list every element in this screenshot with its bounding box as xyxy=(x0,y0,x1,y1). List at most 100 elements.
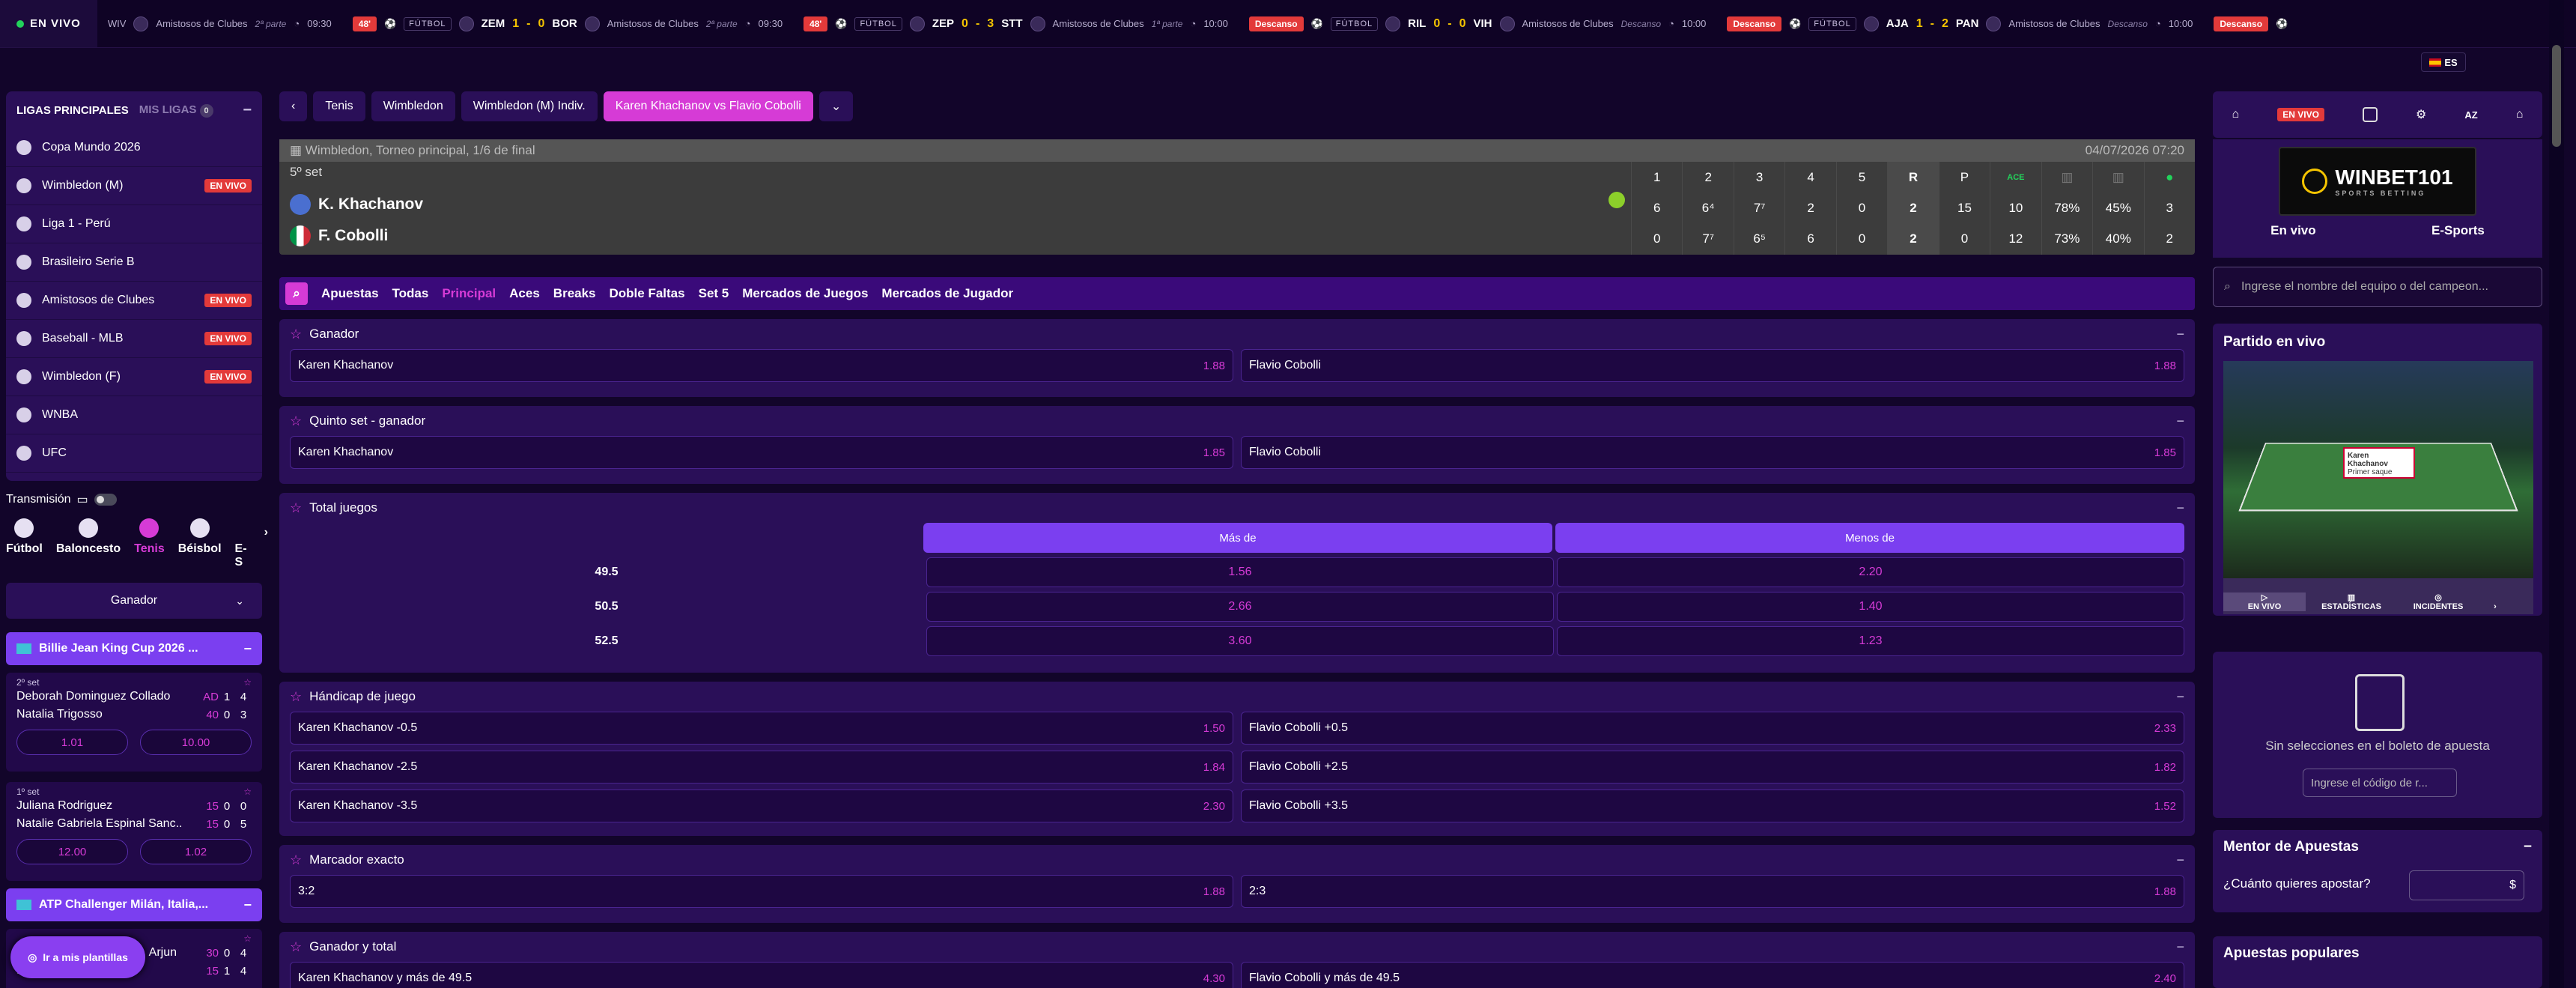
odds-button[interactable]: 3.60 xyxy=(926,626,1554,656)
star-icon[interactable]: ☆ xyxy=(243,933,252,944)
sidebar-item-league[interactable]: Brasileiro Serie B xyxy=(6,243,262,282)
breadcrumb-tennis[interactable]: Tenis xyxy=(313,91,365,121)
star-icon[interactable]: ☆ xyxy=(290,327,302,342)
live-label[interactable]: EN VIVO xyxy=(0,0,97,47)
star-icon[interactable]: ☆ xyxy=(290,413,302,429)
odds-button[interactable]: Karen Khachanov y más de 49.5 4.30 xyxy=(290,962,1233,988)
tab-mercados-jugador[interactable]: Mercados de Jugador xyxy=(881,286,1013,301)
tab-mercados-juegos[interactable]: Mercados de Juegos xyxy=(742,286,868,301)
star-icon[interactable]: ☆ xyxy=(243,677,252,688)
odds-button[interactable]: 3:2 1.88 xyxy=(290,875,1233,908)
sport-tab-beisbol[interactable]: Béisbol xyxy=(178,518,222,569)
booking-code-input[interactable]: Ingrese el código de r... xyxy=(2303,769,2457,797)
search-icon[interactable]: ⌕ xyxy=(285,282,308,305)
match-card[interactable]: 1º set ☆ Juliana Rodriguez 15 0 0 Natalie Ga… xyxy=(6,782,262,881)
sidebar-item-league[interactable]: UFC xyxy=(6,434,262,473)
chevron-right-icon[interactable]: › xyxy=(2484,602,2506,611)
collapse-icon[interactable]: − xyxy=(243,641,252,657)
market-type-select[interactable]: Ganador ⌄ xyxy=(6,583,262,619)
odds-button[interactable]: Flavio Cobolli 1.88 xyxy=(1241,349,2184,382)
templates-button[interactable]: ◎ Ir a mis plantillas xyxy=(10,936,145,978)
tab-breaks[interactable]: Breaks xyxy=(553,286,596,301)
competition-header[interactable]: ATP Challenger Milán, Italia,... − xyxy=(6,888,262,921)
page-scrollbar[interactable] xyxy=(2549,0,2564,988)
tab-todas[interactable]: Todas xyxy=(392,286,429,301)
back-button[interactable]: ‹ xyxy=(279,91,308,121)
transmission-toggle[interactable] xyxy=(94,494,117,506)
odds-button[interactable]: Flavio Cobolli +2.5 1.82 xyxy=(1241,751,2184,784)
odds-button[interactable]: Karen Khachanov 1.85 xyxy=(290,436,1233,469)
tab-apuestas[interactable]: Apuestas xyxy=(321,286,379,301)
odds-button[interactable]: 10.00 xyxy=(140,730,252,755)
sport-tab-esports[interactable]: E-S xyxy=(235,518,251,569)
sidebar-item-league[interactable]: WNBA xyxy=(6,396,262,434)
widget-tab-estadisticas[interactable]: ▥ ESTADÍSTICAS xyxy=(2310,593,2393,611)
tab-esports[interactable]: E-Sports xyxy=(2431,223,2485,238)
tab-top-leagues[interactable]: LIGAS PRINCIPALES xyxy=(16,104,129,117)
collapse-icon[interactable]: − xyxy=(2176,500,2184,516)
sport-tab-tenis[interactable]: Tenis xyxy=(134,518,165,569)
collapse-icon[interactable]: − xyxy=(2176,413,2184,429)
sidebar-item-league[interactable]: Amistosos de Clubes EN VIVO xyxy=(6,282,262,320)
odds-button[interactable]: 12.00 xyxy=(16,839,128,864)
competition-header[interactable]: Billie Jean King Cup 2026 ... − xyxy=(6,632,262,665)
odds-button[interactable]: 2.20 xyxy=(1557,557,2184,587)
widget-tab-en-vivo[interactable]: ▷ EN VIVO xyxy=(2223,593,2306,611)
odds-button[interactable]: Flavio Cobolli y más de 49.5 2.40 xyxy=(1241,962,2184,988)
collapse-icon[interactable]: − xyxy=(243,897,252,913)
odds-button[interactable]: Flavio Cobolli 1.85 xyxy=(1241,436,2184,469)
search-input[interactable]: Ingrese el nombre del equipo o del campe… xyxy=(2241,280,2488,294)
sidebar-item-league[interactable]: Baseball - MLB EN VIVO xyxy=(6,320,262,358)
chevron-right-icon[interactable]: › xyxy=(264,526,268,569)
star-icon[interactable]: ☆ xyxy=(290,852,302,868)
stake-input[interactable]: $ xyxy=(2409,870,2524,900)
collapse-icon[interactable]: − xyxy=(2524,839,2532,855)
tab-en-vivo[interactable]: En vivo xyxy=(2270,223,2315,238)
sport-tab-futbol[interactable]: Fútbol xyxy=(6,518,43,569)
collapse-icon[interactable]: − xyxy=(2176,689,2184,705)
breadcrumb-match[interactable]: Karen Khachanov vs Flavio Cobolli xyxy=(603,91,813,121)
breadcrumb-wimbledon-m[interactable]: Wimbledon (M) Indiv. xyxy=(461,91,598,121)
sidebar-item-league[interactable]: Wimbledon (M) EN VIVO xyxy=(6,167,262,205)
ticker-item[interactable]: 48' ⚽ FÚTBOL ZEP 0-3 STT Amistosos de Club… xyxy=(793,16,1239,31)
language-selector[interactable]: ES xyxy=(2421,52,2466,72)
sidebar-item-league[interactable]: Copa Mundo 2026 xyxy=(6,129,262,167)
live-nav-button[interactable]: EN VIVO xyxy=(2277,108,2324,121)
odds-button[interactable]: Karen Khachanov -3.5 2.30 xyxy=(290,790,1233,822)
odds-button[interactable]: 1.02 xyxy=(140,839,252,864)
odds-button[interactable]: Karen Khachanov -2.5 1.84 xyxy=(290,751,1233,784)
odds-button[interactable]: 1.40 xyxy=(1557,592,2184,622)
star-icon[interactable]: ☆ xyxy=(290,689,302,705)
tab-set5[interactable]: Set 5 xyxy=(699,286,729,301)
sport-tab-baloncesto[interactable]: Baloncesto xyxy=(56,518,121,569)
odds-button[interactable]: Karen Khachanov 1.88 xyxy=(290,349,1233,382)
breadcrumb-wimbledon[interactable]: Wimbledon xyxy=(371,91,455,121)
tab-doble-faltas[interactable]: Doble Faltas xyxy=(610,286,685,301)
match-card[interactable]: 2º set ☆ Deborah Dominguez Collado AD 1 4 Na… xyxy=(6,673,262,772)
star-icon[interactable]: ☆ xyxy=(243,787,252,797)
ticker-item[interactable]: Descanso ⚽ xyxy=(2203,16,2298,31)
widget-tab-incidentes[interactable]: ◎ INCIDENTES xyxy=(2397,593,2479,611)
collapse-icon[interactable]: − xyxy=(2176,327,2184,342)
ticker-item[interactable]: WIV Amistosos de Clubes 2ª parte ◔ 09:30 xyxy=(97,16,342,31)
tab-my-leagues[interactable]: MIS LIGAS 0 xyxy=(139,103,213,118)
team-search[interactable]: ⌕ Ingrese el nombre del equipo o del camp… xyxy=(2213,267,2542,307)
odds-button[interactable]: Karen Khachanov -0.5 1.50 xyxy=(290,712,1233,745)
settings-icon[interactable]: ⚙ xyxy=(2416,107,2426,122)
odds-button[interactable]: Flavio Cobolli +0.5 2.33 xyxy=(1241,712,2184,745)
bank-icon[interactable]: ⌂ xyxy=(2516,108,2524,121)
collapse-icon[interactable]: − xyxy=(243,102,252,119)
ticker-item[interactable]: 48' ⚽ FÚTBOL ZEM 1-0 BOR Amistosos de Club… xyxy=(342,16,793,31)
collapse-icon[interactable]: − xyxy=(2176,852,2184,868)
ticker-item[interactable]: Descanso ⚽ FÚTBOL RIL 0-0 VIH Amistosos de… xyxy=(1239,16,1717,31)
calendar-icon[interactable] xyxy=(2362,107,2378,122)
tab-principal[interactable]: Principal xyxy=(442,286,496,301)
tab-aces[interactable]: Aces xyxy=(509,286,540,301)
ticker-item[interactable]: Descanso ⚽ FÚTBOL AJA 1-2 PAN Amistosos de… xyxy=(1716,16,2203,31)
az-sort-button[interactable]: AZ xyxy=(2464,109,2477,121)
star-icon[interactable]: ☆ xyxy=(290,500,302,516)
match-switch-dropdown[interactable]: ⌄ xyxy=(818,91,854,121)
collapse-icon[interactable]: − xyxy=(2176,939,2184,955)
sidebar-item-league[interactable]: Wimbledon (F) EN VIVO xyxy=(6,358,262,396)
odds-button[interactable]: 1.01 xyxy=(16,730,128,755)
